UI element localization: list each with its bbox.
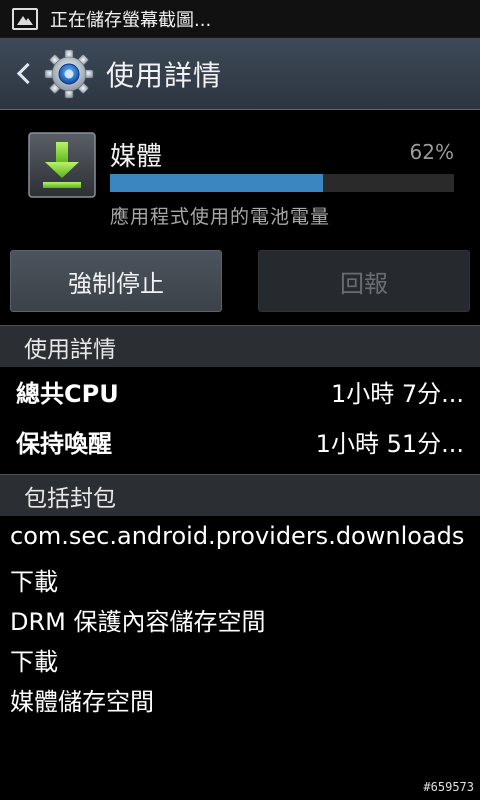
usage-section-header: 使用詳情 <box>0 325 480 367</box>
usage-row-value: 1小時 7分... <box>330 379 464 408</box>
usage-row-value: 1小時 51分... <box>315 429 464 458</box>
force-stop-button[interactable]: 強制停止 <box>10 250 222 312</box>
package-item: 下載 <box>10 568 58 596</box>
usage-row-label: 保持喚醒 <box>16 429 112 458</box>
app-header: 媒體 62% 應用程式使用的電池電量 <box>0 110 480 240</box>
download-icon <box>28 132 96 198</box>
report-button[interactable]: 回報 <box>258 250 470 312</box>
page-title: 使用詳情 <box>106 58 223 92</box>
usage-row-label: 總共CPU <box>16 379 119 408</box>
package-item: DRM 保護內容儲存空間 <box>10 608 266 636</box>
battery-percent: 62% <box>409 140 454 164</box>
status-bar: 正在儲存螢幕截圖... <box>0 0 480 38</box>
usage-row-wake: 保持喚醒 1小時 51分... <box>0 416 480 466</box>
image-icon <box>12 7 38 30</box>
battery-progress-fill <box>110 174 324 192</box>
battery-progress-bar <box>110 174 454 192</box>
usage-row-cpu: 總共CPU 1小時 7分... <box>0 366 480 416</box>
watermark: #659573 <box>423 780 474 794</box>
package-item: com.sec.android.providers.downloads <box>10 522 465 550</box>
package-item: 下載 <box>10 648 58 676</box>
status-text: 正在儲存螢幕截圖... <box>50 9 212 31</box>
packages-section-header: 包括封包 <box>0 474 480 516</box>
app-name: 媒體 <box>110 142 163 172</box>
app-subtitle: 應用程式使用的電池電量 <box>110 206 331 228</box>
action-bar: 使用詳情 <box>0 38 480 110</box>
chevron-left-icon[interactable] <box>6 38 38 110</box>
settings-gear-icon[interactable] <box>44 49 94 99</box>
package-item: 媒體儲存空間 <box>10 688 154 716</box>
